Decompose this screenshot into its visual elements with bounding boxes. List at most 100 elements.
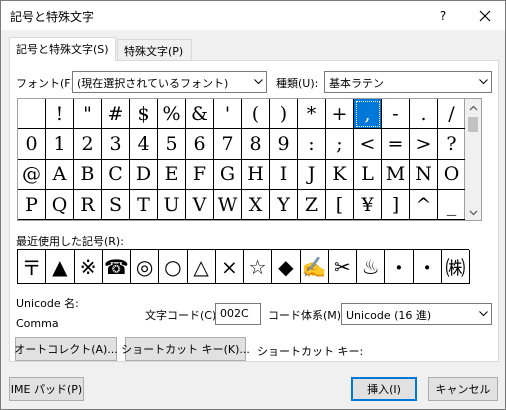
symbol-cell[interactable]: + <box>326 99 354 130</box>
symbol-cell[interactable]: ^ <box>410 189 438 221</box>
symbol-cell[interactable]: " <box>74 99 102 130</box>
symbol-cell[interactable]: % <box>158 99 186 130</box>
recent-symbol-cell[interactable]: × <box>215 250 244 284</box>
recent-symbol-cell[interactable]: ☎ <box>102 250 131 284</box>
symbol-cell[interactable]: 5 <box>158 129 186 160</box>
subset-select[interactable]: 基本ラテン <box>324 71 492 93</box>
symbol-cell[interactable]: Y <box>270 189 298 221</box>
help-icon[interactable]: ? <box>433 6 453 26</box>
symbol-cell[interactable]: ? <box>438 129 466 160</box>
tab-special-characters[interactable]: 特殊文字(P) <box>117 39 192 61</box>
symbol-cell[interactable]: / <box>438 99 466 130</box>
symbol-cell[interactable]: ! <box>46 99 74 130</box>
code-system-label: コード体系(M): <box>268 309 345 322</box>
symbol-cell[interactable]: ¥ <box>354 189 382 221</box>
autocorrect-button[interactable]: オートコレクト(A)... <box>14 337 118 361</box>
symbol-cell[interactable]: _ <box>438 189 466 221</box>
symbol-cell[interactable]: 4 <box>130 129 158 160</box>
font-select[interactable]: (現在選択されているフォント) <box>72 71 267 93</box>
symbol-cell[interactable]: 8 <box>242 129 270 160</box>
symbol-cell[interactable]: J <box>298 159 326 190</box>
symbol-cell[interactable]: Z <box>298 189 326 221</box>
symbol-cell[interactable]: = <box>382 129 410 160</box>
recent-symbol-cell[interactable]: ◆ <box>272 250 301 284</box>
recent-symbol-cell[interactable]: ▲ <box>46 250 75 284</box>
recent-symbol-cell[interactable]: ㈱ <box>441 250 470 284</box>
symbol-cell[interactable]: ] <box>382 189 410 221</box>
scroll-down-icon[interactable] <box>469 207 478 216</box>
subset-label: 種類(U): <box>276 77 319 90</box>
shortcut-key-button[interactable]: ショートカット キー(K)... <box>121 337 250 361</box>
tab-symbols[interactable]: 記号と特殊文字(S) <box>9 37 116 61</box>
cancel-button[interactable]: キャンセル <box>428 377 498 401</box>
scrollbar-thumb[interactable] <box>468 117 478 132</box>
symbol-cell[interactable]: 9 <box>270 129 298 160</box>
symbol-cell[interactable]: 0 <box>18 129 46 160</box>
symbol-cell[interactable]: O <box>438 159 466 190</box>
symbol-cell[interactable]: : <box>298 129 326 160</box>
symbol-cell[interactable]: V <box>186 189 214 221</box>
symbol-cell[interactable]: ; <box>326 129 354 160</box>
symbol-grid-scrollbar[interactable] <box>465 98 482 221</box>
char-code-input[interactable]: 002C <box>215 303 261 325</box>
symbol-cell[interactable]: < <box>354 129 382 160</box>
symbol-cell[interactable]: N <box>410 159 438 190</box>
recent-symbol-cell[interactable]: ○ <box>159 250 188 284</box>
symbol-cell[interactable]: - <box>382 99 410 130</box>
symbol-cell[interactable]: # <box>102 99 130 130</box>
symbol-cell[interactable]: D <box>130 159 158 190</box>
recent-symbol-cell[interactable]: ※ <box>74 250 103 284</box>
symbol-cell[interactable]: U <box>158 189 186 221</box>
symbol-cell[interactable]: 3 <box>102 129 130 160</box>
symbol-cell[interactable]: 6 <box>186 129 214 160</box>
symbol-cell[interactable]: X <box>242 189 270 221</box>
symbol-cell[interactable]: 7 <box>214 129 242 160</box>
symbol-cell[interactable]: C <box>102 159 130 190</box>
symbol-cell[interactable]: H <box>242 159 270 190</box>
symbol-cell[interactable]: T <box>130 189 158 221</box>
symbol-cell[interactable]: ' <box>214 99 242 130</box>
symbol-cell[interactable]: $ <box>130 99 158 130</box>
insert-button[interactable]: 挿入(I) <box>351 377 417 401</box>
symbol-cell[interactable]: * <box>298 99 326 130</box>
symbol-cell[interactable]: W <box>214 189 242 221</box>
symbol-cell[interactable] <box>18 99 46 130</box>
recent-symbol-cell[interactable]: ♨ <box>357 250 386 284</box>
symbol-cell[interactable]: F <box>186 159 214 190</box>
symbol-cell[interactable]: ) <box>270 99 298 130</box>
symbol-cell[interactable]: > <box>410 129 438 160</box>
close-icon[interactable] <box>474 6 496 26</box>
symbol-cell[interactable]: S <box>102 189 130 221</box>
symbol-cell[interactable]: 2 <box>74 129 102 160</box>
symbol-cell[interactable]: G <box>214 159 242 190</box>
recent-symbol-cell[interactable]: ・ <box>385 250 414 284</box>
symbol-cell[interactable]: K <box>326 159 354 190</box>
symbol-cell[interactable]: L <box>354 159 382 190</box>
recent-symbol-cell[interactable]: ・ <box>413 250 442 284</box>
code-system-select[interactable]: Unicode (16 進) <box>341 303 492 325</box>
ime-pad-button[interactable]: IME パッド(P) <box>9 377 84 401</box>
symbol-cell[interactable]: R <box>74 189 102 221</box>
symbol-cell[interactable]: [ <box>326 189 354 221</box>
scroll-up-icon[interactable] <box>469 103 478 112</box>
symbol-cell[interactable]: I <box>270 159 298 190</box>
symbol-cell[interactable]: P <box>18 189 46 221</box>
symbol-cell[interactable]: , <box>354 99 382 130</box>
symbol-cell[interactable]: & <box>186 99 214 130</box>
symbol-cell[interactable]: ( <box>242 99 270 130</box>
symbol-cell[interactable]: E <box>158 159 186 190</box>
recent-symbol-cell[interactable]: ☆ <box>244 250 273 284</box>
recent-symbol-cell[interactable]: ✍ <box>300 250 329 284</box>
symbol-cell[interactable]: . <box>410 99 438 130</box>
symbol-cell[interactable]: 1 <box>46 129 74 160</box>
recent-symbol-cell[interactable]: 〒 <box>18 250 47 284</box>
symbol-cell[interactable]: B <box>74 159 102 190</box>
symbol-cell[interactable]: @ <box>18 159 46 190</box>
symbol-cell[interactable]: Q <box>46 189 74 221</box>
unicode-name-value: Comma <box>16 317 59 330</box>
recent-symbol-cell[interactable]: ◎ <box>131 250 160 284</box>
recent-symbol-cell[interactable]: △ <box>187 250 216 284</box>
symbol-cell[interactable]: M <box>382 159 410 190</box>
recent-symbol-cell[interactable]: ✂ <box>328 250 357 284</box>
symbol-cell[interactable]: A <box>46 159 74 190</box>
